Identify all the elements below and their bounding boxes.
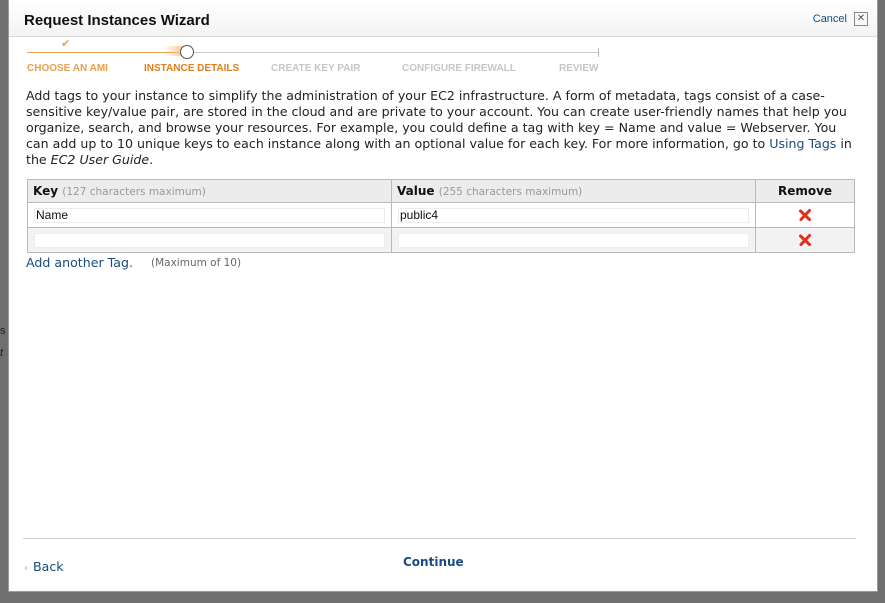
background-fragment: s xyxy=(0,325,6,337)
key-cell xyxy=(27,227,392,253)
remove-icon[interactable] xyxy=(798,233,812,247)
step-choose-ami: CHOOSE AN AMI xyxy=(27,63,108,74)
background-fragment: t xyxy=(0,347,4,359)
chevron-left-icon: ‹ xyxy=(24,563,28,574)
current-step-marker xyxy=(180,45,194,59)
step-create-key-pair: CREATE KEY PAIR xyxy=(271,63,361,74)
tag-key-input[interactable]: Name xyxy=(34,207,385,223)
cancel-link[interactable]: Cancel xyxy=(813,13,847,25)
tag-value-input[interactable] xyxy=(398,232,749,248)
max-tags-note: (Maximum of 10) xyxy=(151,257,242,269)
tags-description: Add tags to your instance to simplify th… xyxy=(26,88,856,168)
request-instances-dialog: Request Instances Wizard Cancel ✕ ✔ CHOO… xyxy=(8,0,878,592)
tag-value-input[interactable]: public4 xyxy=(398,207,749,223)
progress-endcap xyxy=(598,48,599,57)
description-text: . xyxy=(149,152,154,167)
remove-column-header: Remove xyxy=(755,179,855,203)
table-row xyxy=(27,227,855,253)
value-header-label: Value xyxy=(397,184,435,198)
close-icon[interactable]: ✕ xyxy=(854,12,868,26)
remove-icon[interactable] xyxy=(798,208,812,222)
step-instance-details: INSTANCE DETAILS xyxy=(144,63,240,74)
table-header-row: Key (127 characters maximum) Value (255 … xyxy=(27,179,855,203)
dialog-title: Request Instances Wizard xyxy=(24,12,210,29)
dialog-titlebar: Request Instances Wizard Cancel ✕ xyxy=(9,0,877,37)
key-column-header: Key (127 characters maximum) xyxy=(27,179,392,203)
key-hint: (127 characters maximum) xyxy=(62,186,206,198)
continue-button[interactable]: Continue xyxy=(403,555,464,569)
back-button[interactable]: ‹ Back xyxy=(24,559,64,574)
wizard-progress: ✔ CHOOSE AN AMI INSTANCE DETAILS CREATE … xyxy=(9,36,879,80)
value-cell xyxy=(391,227,756,253)
checkmark-icon: ✔ xyxy=(61,38,71,50)
remove-cell xyxy=(755,202,855,228)
remove-cell xyxy=(755,227,855,253)
step-review: REVIEW xyxy=(559,63,599,74)
table-row: Name public4 xyxy=(27,202,855,228)
value-hint: (255 characters maximum) xyxy=(438,186,583,198)
guide-name: EC2 User Guide xyxy=(50,152,150,167)
back-label: Back xyxy=(33,559,64,574)
description-text: Add tags to your instance to simplify th… xyxy=(26,88,847,151)
using-tags-link[interactable]: Using Tags xyxy=(769,136,836,151)
step-configure-firewall: CONFIGURE FIREWALL xyxy=(402,63,516,74)
value-column-header: Value (255 characters maximum) xyxy=(391,179,756,203)
footer-divider xyxy=(23,538,856,539)
progress-track-pending xyxy=(192,52,598,53)
key-cell: Name xyxy=(27,202,392,228)
tag-key-input[interactable] xyxy=(34,232,385,248)
progress-track-done xyxy=(27,52,182,53)
key-header-label: Key xyxy=(33,184,59,198)
value-cell: public4 xyxy=(391,202,756,228)
tags-table: Key (127 characters maximum) Value (255 … xyxy=(27,179,855,253)
add-another-tag-link[interactable]: Add another Tag. xyxy=(26,255,133,270)
